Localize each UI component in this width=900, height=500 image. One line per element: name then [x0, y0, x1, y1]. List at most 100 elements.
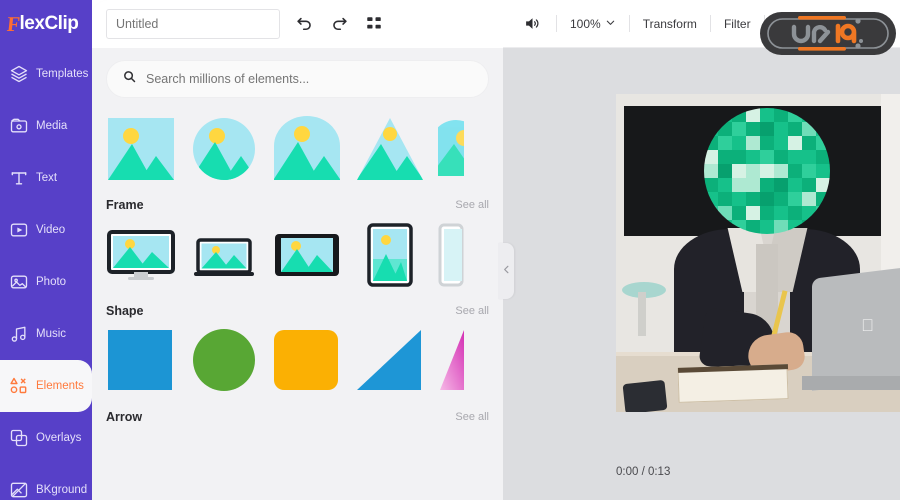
- mosaic-pixel: [718, 164, 732, 178]
- mosaic-pixel: [788, 136, 802, 150]
- elements-list: Frame See all: [92, 48, 503, 426]
- frame-tablet-landscape[interactable]: [272, 220, 342, 290]
- zoom-level-dropdown[interactable]: 100%: [570, 15, 616, 33]
- mosaic-pixel: [760, 178, 774, 192]
- shape-square[interactable]: [106, 326, 176, 396]
- see-all-frame[interactable]: See all: [455, 199, 489, 211]
- photo-image-icon: [9, 272, 29, 292]
- toolbar-divider: [709, 15, 711, 32]
- flexclip-editor: FlexClip Templates Media Text Video Phot…: [0, 0, 900, 500]
- section-title: Frame: [106, 198, 144, 212]
- sidebar-item-photo[interactable]: Photo: [0, 256, 92, 308]
- see-all-shape[interactable]: See all: [455, 305, 489, 317]
- mosaic-pixel: [802, 150, 816, 164]
- tool-transform[interactable]: Transform: [643, 17, 697, 31]
- redo-button[interactable]: [328, 13, 350, 35]
- mosaic-pixel: [718, 150, 732, 164]
- mosaic-pixel: [788, 178, 802, 192]
- sidebar-item-label: BKground: [36, 484, 88, 496]
- scene-laptop-lid: [812, 265, 900, 391]
- mosaic-pixel: [774, 122, 788, 136]
- sidebar-item-video[interactable]: Video: [0, 204, 92, 256]
- project-toolbar: [92, 0, 503, 48]
- frame-section-header: Frame See all: [106, 188, 489, 214]
- mosaic-pixel: [760, 122, 774, 136]
- scene-stool-leg: [638, 292, 646, 336]
- mask-square[interactable]: [106, 114, 176, 184]
- sidebar-item-label: Text: [36, 172, 58, 184]
- sidebar-item-bkground[interactable]: BKground: [0, 464, 92, 500]
- sidebar-item-label: Overlays: [36, 432, 82, 444]
- mosaic-pixel: [746, 122, 760, 136]
- shape-triangle[interactable]: [355, 326, 425, 396]
- left-sidebar: FlexClip Templates Media Text Video Phot…: [0, 0, 92, 500]
- mask-triangle[interactable]: [355, 114, 425, 184]
- canvas-area[interactable]:  0:00 / 0:13: [503, 48, 900, 500]
- mosaic-pixel: [760, 192, 774, 206]
- tool-filter[interactable]: Filter: [724, 17, 751, 31]
- mask-arch[interactable]: [272, 114, 342, 184]
- mosaic-pixel: [802, 178, 816, 192]
- text-t-icon: [9, 168, 29, 188]
- background-image-icon: [9, 480, 29, 500]
- shape-section-header: Shape See all: [106, 294, 489, 320]
- mosaic-pixel: [788, 122, 802, 136]
- ur19-watermark-logo: [758, 10, 898, 57]
- search-box[interactable]: [106, 60, 489, 98]
- arrow-section-header: Arrow See all: [106, 400, 489, 426]
- video-preview[interactable]: : [616, 94, 900, 412]
- mosaic-pixel: [732, 122, 746, 136]
- apps-grid-button[interactable]: [363, 13, 385, 35]
- mosaic-pixel: [718, 192, 732, 206]
- mosaic-pixel: [746, 150, 760, 164]
- sidebar-item-overlays[interactable]: Overlays: [0, 412, 92, 464]
- section-title: Shape: [106, 304, 144, 318]
- frame-monitor[interactable]: [106, 220, 176, 290]
- app-logo[interactable]: FlexClip: [0, 0, 92, 48]
- mosaic-pixel: [774, 206, 788, 220]
- sidebar-item-media[interactable]: Media: [0, 100, 92, 152]
- search-input[interactable]: [146, 72, 473, 86]
- zoom-level-value: 100%: [570, 16, 601, 31]
- music-note-icon: [9, 324, 29, 344]
- shape-rounded-square[interactable]: [272, 326, 342, 396]
- mosaic-pixel: [760, 206, 774, 220]
- mosaic-pixel: [760, 164, 774, 178]
- mask-partial[interactable]: [438, 114, 503, 184]
- scene-phone: [622, 379, 668, 412]
- sidebar-item-templates[interactable]: Templates: [0, 48, 92, 100]
- mosaic-pixel: [760, 136, 774, 150]
- see-all-arrow[interactable]: See all: [455, 411, 489, 423]
- shape-partial[interactable]: [438, 326, 503, 396]
- frame-tablet-portrait[interactable]: [355, 220, 425, 290]
- mosaic-pixel: [802, 164, 816, 178]
- mosaic-pixel: [760, 150, 774, 164]
- frame-partial[interactable]: [438, 220, 503, 290]
- undo-button[interactable]: [293, 13, 315, 35]
- mosaic-pixel: [732, 192, 746, 206]
- shape-circle[interactable]: [189, 326, 259, 396]
- elements-shapes-icon: [9, 376, 29, 396]
- mosaic-pixel: [774, 164, 788, 178]
- mosaic-pixel: [802, 192, 816, 206]
- video-play-icon: [9, 220, 29, 240]
- folder-media-icon: [9, 116, 29, 136]
- frame-section-items: [106, 214, 489, 294]
- mosaic-pixel: [732, 164, 746, 178]
- frame-laptop[interactable]: [189, 220, 259, 290]
- volume-icon[interactable]: [521, 13, 543, 35]
- sidebar-item-elements[interactable]: Elements: [0, 346, 92, 426]
- sidebar-item-label: Music: [36, 328, 67, 340]
- overlays-layers-icon: [9, 428, 29, 448]
- mosaic-pixel: [774, 150, 788, 164]
- panel-collapse-handle[interactable]: [498, 243, 514, 299]
- mosaic-pixel: [732, 206, 746, 220]
- face-mosaic-mask[interactable]: [704, 108, 830, 234]
- project-title-input[interactable]: [106, 9, 280, 39]
- apple-logo-icon: : [859, 316, 876, 335]
- sidebar-item-text[interactable]: Text: [0, 152, 92, 204]
- mosaic-pixel: [732, 178, 746, 192]
- mask-circle[interactable]: [189, 114, 259, 184]
- mosaic-pixel: [746, 164, 760, 178]
- logo-text: lexClip: [19, 13, 79, 34]
